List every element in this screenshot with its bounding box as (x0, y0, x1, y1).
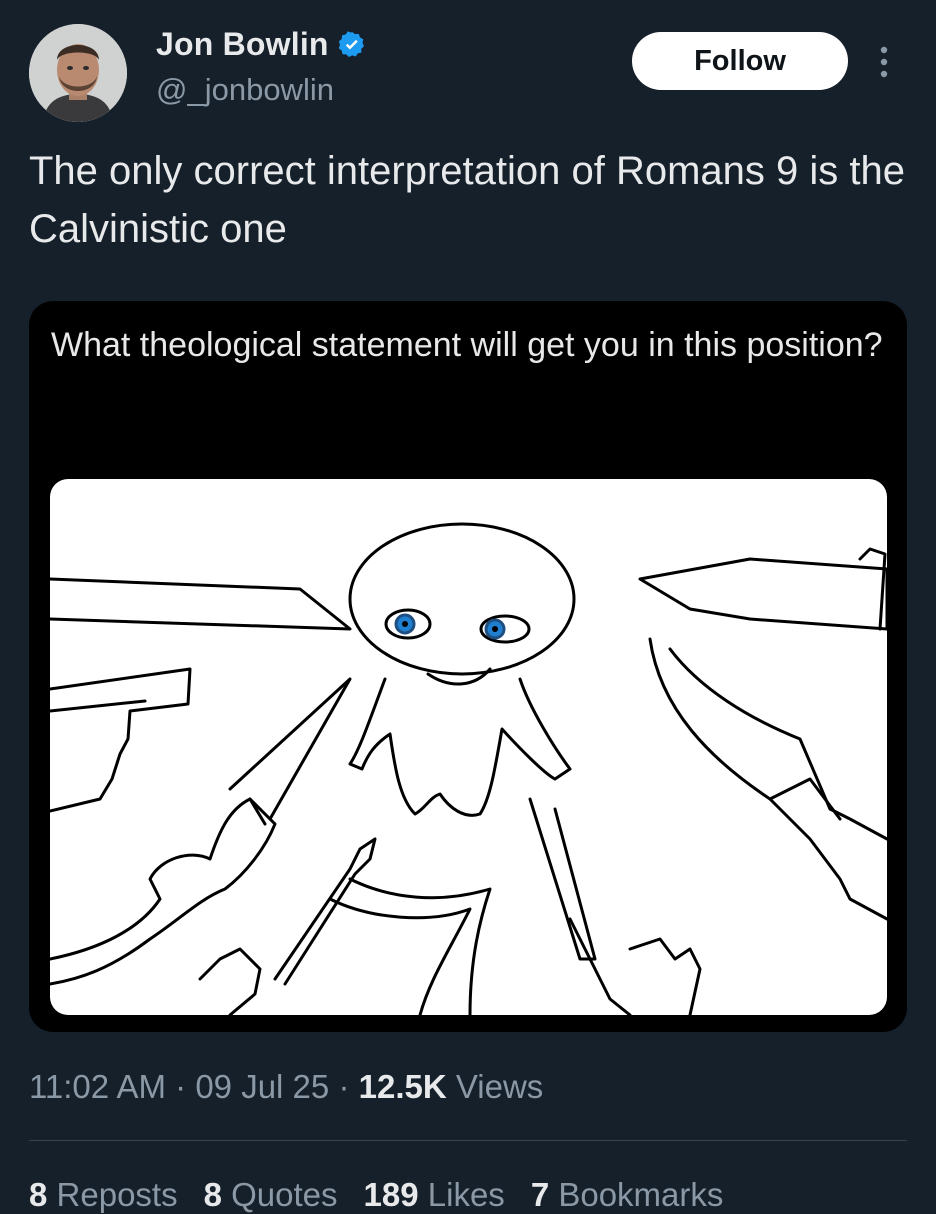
meme-illustration (50, 522, 887, 1015)
tweet-media[interactable]: What theological statement will get you … (29, 301, 907, 1032)
verified-badge-icon (338, 30, 364, 57)
reposts-stat[interactable]: 8 Reposts (29, 1176, 178, 1214)
avatar[interactable] (29, 24, 127, 122)
avatar-image (29, 24, 127, 122)
meta-separator: · (338, 1068, 350, 1105)
media-caption: What theological statement will get you … (51, 326, 883, 364)
engagement-stats: 8 Reposts 8 Quotes 189 Likes 7 Bookmarks (29, 1176, 723, 1214)
more-options-button[interactable] (874, 44, 894, 80)
meme-drawing (50, 479, 887, 1015)
quotes-stat[interactable]: 8 Quotes (204, 1176, 338, 1214)
author-handle[interactable]: @_jonbowlin (156, 72, 334, 108)
author-name[interactable]: Jon Bowlin (156, 26, 329, 63)
likes-stat[interactable]: 189 Likes (364, 1176, 505, 1214)
follow-button[interactable]: Follow (632, 32, 848, 90)
tweet-date[interactable]: 09 Jul 25 (195, 1068, 329, 1105)
views-label: Views (455, 1068, 544, 1105)
views-count: 12.5K (358, 1068, 447, 1105)
author-name-row[interactable]: Jon Bowlin (156, 26, 367, 63)
tweet-text: The only correct interpretation of Roman… (29, 149, 905, 251)
bookmarks-stat[interactable]: 7 Bookmarks (531, 1176, 724, 1214)
tweet-time[interactable]: 11:02 AM (29, 1068, 166, 1105)
meta-separator: · (175, 1068, 187, 1105)
tweet-meta: 11:02 AM · 09 Jul 25 · 12.5K Views (29, 1068, 543, 1106)
divider (29, 1140, 907, 1141)
more-vertical-icon (880, 46, 888, 78)
